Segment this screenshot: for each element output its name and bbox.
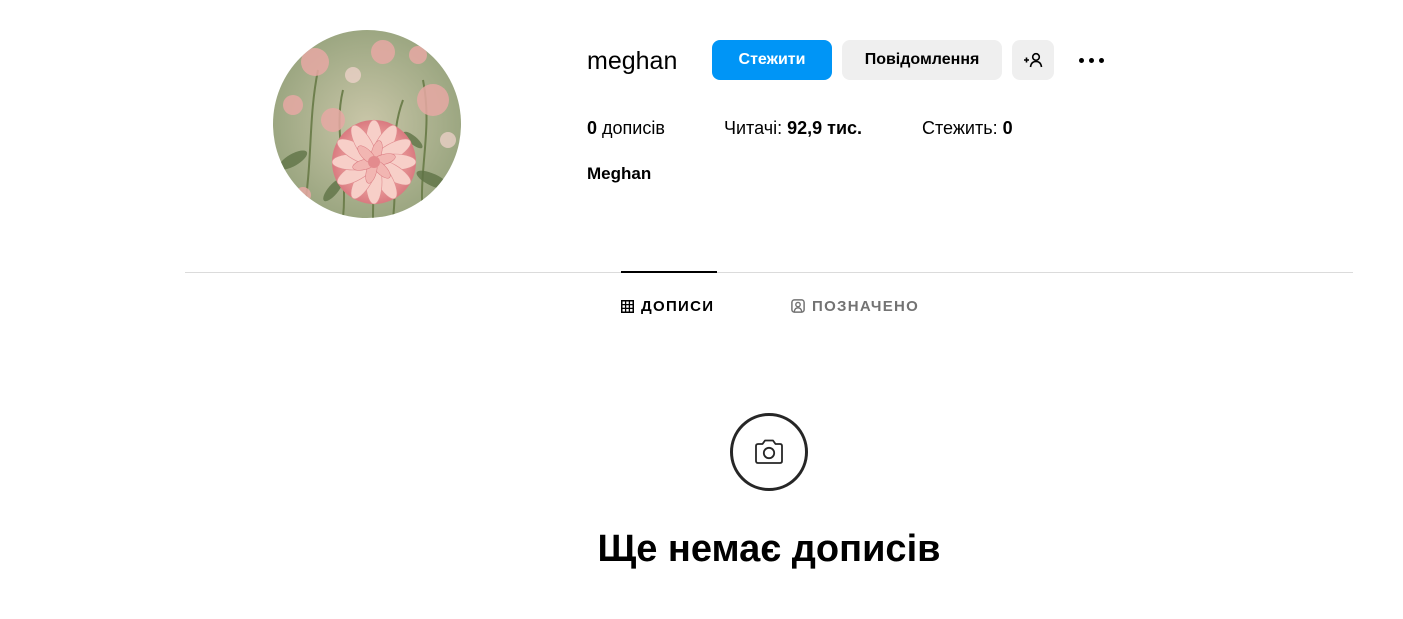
follow-button[interactable]: Стежити bbox=[712, 40, 832, 80]
tagged-user-icon bbox=[791, 299, 805, 313]
add-person-icon bbox=[1024, 52, 1043, 68]
dahlia-flower-image bbox=[273, 30, 461, 218]
following-count: 0 bbox=[1002, 118, 1013, 138]
profile-full-name: Meghan bbox=[587, 164, 652, 183]
posts-label: дописів bbox=[602, 118, 665, 138]
tab-posts[interactable]: ДОПИСИ bbox=[621, 295, 714, 317]
posts-count: 0 bbox=[587, 118, 598, 138]
posts-count-stat: 0 дописів bbox=[587, 116, 665, 140]
more-options-button[interactable] bbox=[1070, 40, 1112, 80]
tab-tagged-label: ПОЗНАЧЕНО bbox=[812, 297, 920, 315]
message-button[interactable]: Повідомлення bbox=[842, 40, 1002, 80]
tab-tagged[interactable]: ПОЗНАЧЕНО bbox=[791, 295, 919, 317]
tab-posts-label: ДОПИСИ bbox=[641, 297, 715, 315]
active-tab-indicator bbox=[621, 271, 717, 273]
followers-label: Читачі: bbox=[724, 118, 783, 138]
suggested-accounts-button[interactable] bbox=[1012, 40, 1054, 80]
profile-username: meghan bbox=[587, 47, 678, 75]
empty-state-camera bbox=[730, 413, 808, 491]
following-label: Стежить: bbox=[922, 118, 998, 138]
followers-count: 92,9 тис. bbox=[787, 118, 863, 138]
camera-icon bbox=[755, 439, 783, 464]
following-stat[interactable]: Стежить: 0 bbox=[922, 116, 1013, 140]
followers-stat[interactable]: Читачі: 92,9 тис. bbox=[724, 116, 862, 140]
more-dots-icon bbox=[1078, 57, 1104, 63]
empty-state-title: Ще немає дописів bbox=[597, 528, 941, 570]
tabs-divider bbox=[185, 272, 1353, 273]
profile-page: meghan Стежити Повідомлення 0 дописів Чи… bbox=[0, 0, 1403, 619]
profile-avatar[interactable] bbox=[273, 30, 461, 218]
grid-icon bbox=[621, 299, 634, 313]
